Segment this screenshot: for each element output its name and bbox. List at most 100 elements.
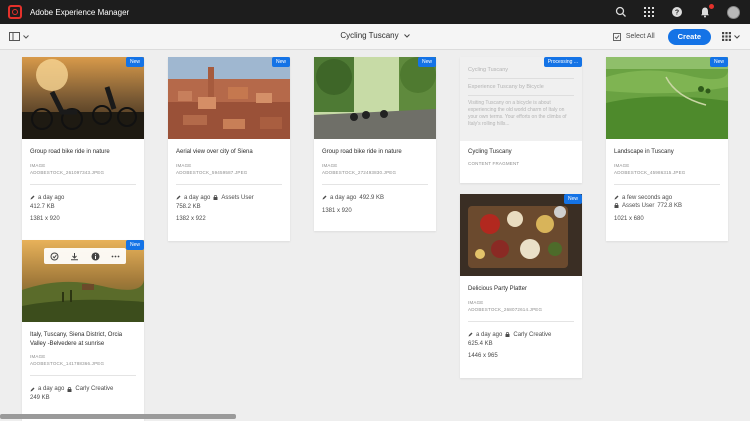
modified-time: a day ago (330, 194, 357, 201)
chevron-down-icon (23, 34, 29, 39)
edit-icon (176, 195, 181, 200)
asset-thumbnail[interactable]: New (168, 57, 290, 139)
card-filename: ADOBESTOCK_268072614.JPEG (468, 306, 543, 312)
card-title: Landscape in Tuscany (614, 149, 674, 155)
image-dimensions: 1021 x 680 (614, 215, 644, 222)
card-type: CONTENT FRAGMENT (468, 160, 520, 166)
card-meta: a day ago (30, 194, 136, 202)
owner: Carly Creative (75, 386, 114, 392)
breadcrumb-title[interactable]: Cycling Tuscany (340, 31, 398, 40)
select-all-button[interactable]: Select All (612, 32, 655, 41)
processing-badge: Processing ... (543, 57, 582, 67)
modified-time: a day ago (38, 194, 65, 201)
asset-card[interactable]: New Group road bike ride in nature IMAGE… (314, 57, 436, 231)
asset-thumbnail[interactable]: New (22, 57, 144, 139)
svg-text:?: ? (675, 10, 679, 17)
user-avatar[interactable] (727, 5, 740, 19)
card-filename: ADOBESTOCK_141788366.JPEG (30, 361, 105, 366)
asset-card[interactable]: New Delicious Party Platter IMAGE ADOBES… (460, 194, 582, 378)
fragment-subheading: Experience Tuscany by Bicycle (468, 84, 544, 90)
card-filename: ADOBESTOCK_272493830.JPEG (322, 169, 397, 175)
card-title: Aerial view over city of Siena (176, 149, 253, 155)
shell-header: Adobe Experience Manager ? (0, 0, 750, 24)
asset-thumbnail[interactable]: New (606, 57, 728, 139)
asset-card[interactable]: New Aerial view over city of Siena IMAGE… (168, 57, 290, 241)
chevron-down-icon[interactable] (403, 34, 410, 38)
search-icon[interactable] (615, 6, 627, 18)
more-icon[interactable] (111, 252, 120, 261)
card-meta: a day ago 492.9 KB (322, 194, 428, 202)
card-title: Group road bike ride in nature (322, 149, 402, 155)
info-icon[interactable] (91, 252, 100, 261)
horizontal-scrollbar[interactable] (0, 414, 236, 419)
edit-icon (30, 387, 35, 391)
file-size-inline: 772.8 KB (657, 202, 683, 209)
card-type: IMAGE (614, 162, 630, 168)
modified-time: a day ago (184, 194, 211, 201)
image-dimensions: 1381 x 920 (322, 207, 352, 214)
divider (468, 320, 574, 322)
action-bar: Cycling Tuscany Select All Create (0, 24, 750, 50)
open-icon[interactable] (50, 252, 59, 261)
help-icon[interactable]: ? (671, 6, 683, 18)
card-title: Italy, Tuscany, Siena District, Orcia Va… (30, 332, 123, 347)
bell-icon[interactable] (699, 4, 714, 18)
notification-dot (709, 4, 714, 9)
owner: Assets User (221, 194, 254, 201)
adobe-logo-icon[interactable] (8, 5, 22, 19)
image-dimensions: 1382 x 922 (176, 215, 206, 222)
rail-toggle-icon (9, 32, 20, 41)
card-filename: ADOBESTOCK_261097343.JPEG (30, 169, 105, 175)
card-type: IMAGE (176, 162, 192, 168)
image-dimensions: 1381 x 920 (30, 215, 60, 222)
owner: Assets User (622, 202, 655, 209)
new-badge: New (271, 57, 290, 67)
checkbox-icon (612, 32, 621, 41)
card-type: IMAGE (30, 162, 46, 168)
view-switcher[interactable] (722, 32, 740, 41)
edit-icon (30, 195, 35, 200)
lock-icon (67, 386, 72, 392)
asset-card[interactable]: New Italy, Tuscany, Siena District, Orci… (22, 240, 144, 421)
card-filename: ADOBESTOCK_59459587.JPEG (176, 169, 248, 175)
file-size: 758.2 KB (176, 203, 201, 210)
rail-toggle-button[interactable] (9, 32, 29, 41)
file-size-inline: 492.9 KB (359, 194, 385, 201)
card-title: Delicious Party Platter (468, 286, 528, 292)
owner: Carly Creative (513, 331, 552, 338)
card-type: IMAGE (30, 354, 46, 359)
card-title: Cycling Tuscany (468, 149, 512, 155)
fragment-heading: Cycling Tuscany (468, 67, 509, 73)
edit-icon (614, 195, 619, 200)
divider (30, 375, 136, 376)
divider (468, 95, 574, 96)
new-badge: New (125, 240, 144, 250)
create-button[interactable]: Create (667, 28, 711, 45)
asset-card[interactable]: New Landscape in Tuscany IMAGE ADOBESTOC… (606, 57, 728, 241)
quick-actions (44, 248, 126, 264)
card-type: IMAGE (322, 162, 338, 168)
new-badge: New (709, 57, 728, 67)
chevron-down-icon (734, 34, 740, 39)
card-owner-row: Assets User 772.8 KB (614, 202, 720, 210)
divider (176, 183, 282, 185)
asset-thumbnail[interactable]: New (22, 240, 144, 322)
asset-card[interactable]: New Group road bike ride in nature IMAGE… (22, 57, 144, 241)
card-filename: ADOBESTOCK_45986315.JPEG (614, 169, 686, 175)
edit-icon (322, 195, 327, 200)
modified-time: a few seconds ago (622, 194, 673, 201)
edit-icon (468, 332, 473, 337)
fragment-body: Visiting Tuscany on a bicycle is about e… (468, 100, 567, 127)
download-icon[interactable] (70, 252, 79, 261)
app-title[interactable]: Adobe Experience Manager (30, 8, 129, 17)
divider (468, 78, 574, 79)
new-badge: New (125, 57, 144, 67)
select-all-label: Select All (625, 33, 655, 40)
new-badge: New (563, 194, 582, 204)
apps-grid-icon[interactable] (643, 6, 655, 18)
lock-icon (505, 332, 510, 337)
asset-thumbnail[interactable]: New (460, 194, 582, 276)
content-fragment-card[interactable]: Cycling Tuscany Experience Tuscany by Bi… (460, 57, 582, 183)
asset-thumbnail[interactable]: New (314, 57, 436, 139)
fragment-preview[interactable]: Cycling Tuscany Experience Tuscany by Bi… (460, 57, 582, 141)
